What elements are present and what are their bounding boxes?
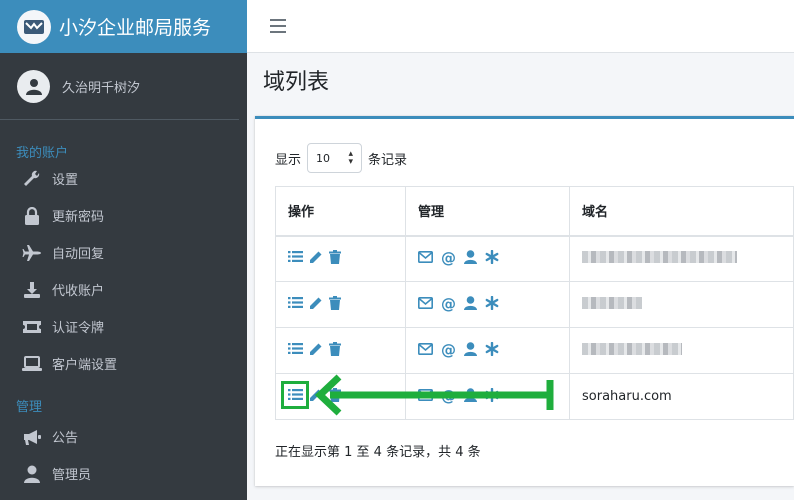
- manage-cell: @: [405, 235, 570, 282]
- domain-table: 操作 管理 域名 @ @ @ @ soraharu.com: [275, 186, 794, 420]
- column-header-manage[interactable]: 管理: [405, 186, 570, 237]
- column-header-actions[interactable]: 操作: [275, 186, 406, 237]
- avatar: [17, 69, 50, 103]
- manage-cell: @: [405, 281, 570, 328]
- user-icon[interactable]: [464, 341, 477, 360]
- table-header-row: 操作 管理 域名: [275, 186, 794, 237]
- envelope-icon[interactable]: [418, 388, 433, 405]
- domain-list-card: 显示 10 ▴ ▾ 条记录 操作 管理 域名 @ @ @ @ soraharu.…: [255, 116, 794, 486]
- top-navbar: [247, 0, 794, 53]
- nav-header-my-account: 我的账户: [16, 146, 69, 161]
- list-icon[interactable]: [288, 296, 303, 313]
- redacted-domain: [582, 296, 642, 309]
- asterisk-icon[interactable]: [485, 341, 499, 360]
- list-icon[interactable]: [288, 250, 303, 267]
- table-row: @: [275, 281, 794, 328]
- manage-cell: @: [405, 373, 570, 420]
- at-sign-icon[interactable]: @: [441, 343, 456, 358]
- actions-cell: [275, 281, 406, 328]
- brand-title: 小汐企业邮局服务: [59, 17, 212, 39]
- domain-name: soraharu.com: [582, 389, 672, 404]
- sidebar-item-announcements[interactable]: 公告: [0, 418, 247, 455]
- trash-icon[interactable]: [329, 249, 341, 268]
- download-icon: [22, 280, 42, 300]
- megaphone-icon: [22, 427, 42, 447]
- edit-icon[interactable]: [309, 388, 323, 406]
- list-icon[interactable]: [288, 342, 303, 359]
- wrench-icon: [22, 169, 42, 189]
- user-name: 久治明千树汐: [62, 80, 141, 96]
- edit-icon[interactable]: [309, 250, 323, 268]
- table-row: @: [275, 327, 794, 374]
- user-icon[interactable]: [464, 387, 477, 406]
- domain-cell: [569, 235, 794, 282]
- asterisk-icon[interactable]: [485, 295, 499, 314]
- sidebar-item-label: 更新密码: [52, 210, 105, 225]
- table-row: @ soraharu.com: [275, 373, 794, 420]
- domain-cell: soraharu.com: [569, 373, 794, 420]
- sidebar-item-label: 管理员: [52, 468, 92, 483]
- page-size-select[interactable]: 10 ▴ ▾: [307, 143, 363, 173]
- edit-icon[interactable]: [309, 342, 323, 360]
- sidebar-item-administrators[interactable]: 管理员: [0, 455, 247, 492]
- redacted-domain: [582, 342, 682, 355]
- asterisk-icon[interactable]: [485, 249, 499, 268]
- envelope-icon[interactable]: [418, 342, 433, 359]
- edit-icon[interactable]: [309, 296, 323, 314]
- sidebar-item-auth-tokens[interactable]: 认证令牌: [0, 308, 247, 345]
- sort-arrows-icon: ▴ ▾: [348, 149, 354, 167]
- user-icon[interactable]: [464, 249, 477, 268]
- sidebar-item-settings[interactable]: 设置: [0, 160, 247, 197]
- domain-cell: [569, 281, 794, 328]
- brand-logo-icon: [17, 9, 51, 44]
- sidebar: 小汐企业邮局服务 久治明千树汐 我的账户 设置 更新密码 自动回复 代收账户 认…: [0, 0, 247, 500]
- menu-toggle-icon[interactable]: [270, 19, 286, 33]
- sidebar-item-label: 客户端设置: [52, 358, 118, 373]
- redacted-domain: [582, 250, 737, 263]
- table-row: @: [275, 235, 794, 282]
- trash-icon[interactable]: [329, 295, 341, 314]
- column-header-domain[interactable]: 域名: [569, 186, 794, 237]
- sidebar-item-auto-reply[interactable]: 自动回复: [0, 234, 247, 271]
- trash-icon[interactable]: [329, 341, 341, 360]
- nav-header-admin: 管理: [16, 400, 43, 415]
- at-sign-icon[interactable]: @: [441, 297, 456, 312]
- user-avatar-icon: [25, 79, 42, 95]
- show-label: 显示: [275, 152, 302, 168]
- page-length-control: 显示 10 ▴ ▾ 条记录: [275, 143, 407, 173]
- envelope-icon[interactable]: [418, 250, 433, 267]
- user-panel[interactable]: 久治明千树汐: [0, 53, 239, 120]
- lock-icon: [22, 206, 42, 226]
- records-label: 条记录: [368, 152, 408, 168]
- at-sign-icon[interactable]: @: [441, 251, 456, 266]
- sidebar-item-label: 认证令牌: [52, 321, 105, 336]
- at-sign-icon[interactable]: @: [441, 389, 456, 404]
- domain-cell: [569, 327, 794, 374]
- page-size-value: 10: [316, 151, 331, 165]
- page-title: 域列表: [263, 70, 330, 95]
- table-info: 正在显示第 1 至 4 条记录，共 4 条: [275, 445, 481, 460]
- laptop-icon: [22, 354, 42, 374]
- actions-cell: [275, 235, 406, 282]
- sidebar-item-label: 自动回复: [52, 247, 105, 262]
- sidebar-item-client-settings[interactable]: 客户端设置: [0, 345, 247, 382]
- envelope-icon[interactable]: [418, 296, 433, 313]
- ticket-icon: [22, 317, 42, 337]
- brand[interactable]: 小汐企业邮局服务: [0, 0, 247, 53]
- trash-icon[interactable]: [329, 387, 341, 406]
- user-icon: [22, 464, 42, 484]
- annotation-highlight-box: [281, 381, 309, 409]
- plane-icon: [22, 243, 42, 263]
- sidebar-item-fetch-accounts[interactable]: 代收账户: [0, 271, 247, 308]
- sidebar-item-label: 公告: [52, 431, 79, 446]
- sidebar-item-label: 代收账户: [52, 284, 105, 299]
- asterisk-icon[interactable]: [485, 387, 499, 406]
- sidebar-item-label: 设置: [52, 173, 79, 188]
- sidebar-item-update-password[interactable]: 更新密码: [0, 197, 247, 234]
- manage-cell: @: [405, 327, 570, 374]
- user-icon[interactable]: [464, 295, 477, 314]
- actions-cell: [275, 327, 406, 374]
